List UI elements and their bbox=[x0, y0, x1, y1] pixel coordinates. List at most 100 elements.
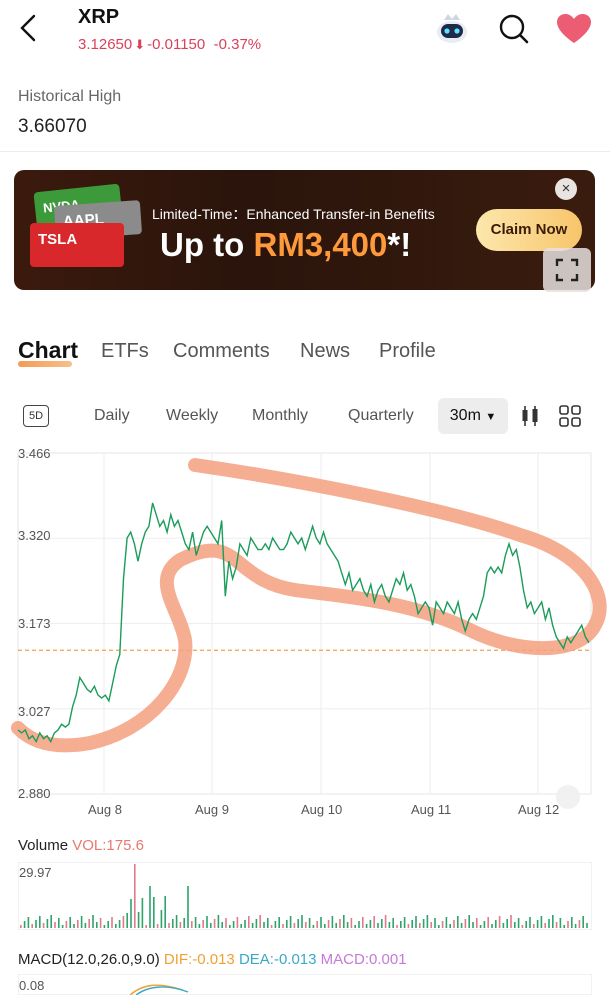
volume-bar bbox=[483, 921, 486, 928]
fullscreen-expand-icon[interactable] bbox=[543, 248, 591, 292]
volume-bar bbox=[244, 920, 246, 928]
volume-bar bbox=[369, 920, 372, 928]
period-weekly[interactable]: Weekly bbox=[166, 407, 218, 425]
search-icon[interactable] bbox=[497, 12, 531, 46]
annotation-scribble bbox=[11, 458, 607, 753]
volume-bar bbox=[548, 919, 550, 928]
robot-assistant-icon[interactable] bbox=[432, 10, 472, 46]
volume-bar bbox=[115, 924, 117, 928]
macd-label: MACD(12.0,26.0,9.0) bbox=[18, 951, 160, 968]
active-tab-indicator bbox=[18, 361, 72, 367]
volume-bar bbox=[525, 921, 527, 928]
price-quote: 3.12650 ⬇ -0.01150 -0.37% bbox=[78, 36, 261, 53]
volume-bar bbox=[137, 912, 140, 928]
volume-frame bbox=[18, 862, 592, 930]
volume-bar bbox=[540, 916, 543, 928]
back-arrow-icon[interactable] bbox=[14, 10, 44, 46]
volume-bar bbox=[324, 924, 326, 928]
volume-bar bbox=[134, 864, 136, 928]
volume-bar bbox=[31, 924, 33, 928]
candlestick-icon[interactable] bbox=[518, 404, 542, 428]
indicator-grid-icon[interactable] bbox=[558, 404, 582, 428]
offer-suffix: *! bbox=[387, 226, 412, 263]
volume-title: Volume VOL:175.6 bbox=[18, 837, 144, 854]
volume-bar bbox=[210, 923, 212, 928]
volume-bar bbox=[381, 919, 383, 928]
volume-bar bbox=[498, 916, 501, 928]
price-chart[interactable] bbox=[0, 440, 610, 820]
period-quarterly[interactable]: Quarterly bbox=[348, 407, 414, 425]
chart-fullscreen-icon bbox=[556, 785, 580, 809]
y-tick-label: 2.880 bbox=[18, 786, 51, 801]
volume-bar bbox=[73, 924, 75, 928]
volume-bar bbox=[122, 916, 125, 928]
volume-bar bbox=[388, 922, 391, 928]
volume-bar bbox=[563, 925, 565, 928]
volume-bar bbox=[384, 915, 387, 928]
volume-bar bbox=[350, 918, 353, 928]
period-30m-dropdown[interactable]: 30m ▼ bbox=[438, 398, 508, 434]
volume-bar bbox=[65, 921, 68, 928]
tab-profile[interactable]: Profile bbox=[379, 340, 436, 363]
volume-bar bbox=[574, 924, 577, 928]
volume-bar bbox=[555, 922, 558, 928]
volume-bar bbox=[529, 917, 531, 928]
tab-chart[interactable]: Chart bbox=[18, 337, 78, 364]
y-tick-label: 3.173 bbox=[18, 616, 51, 631]
price-change: -0.01150 bbox=[147, 36, 206, 53]
volume-bar bbox=[422, 919, 425, 928]
volume-bar bbox=[80, 916, 83, 928]
macd-chart[interactable] bbox=[18, 974, 592, 995]
volume-bar bbox=[468, 915, 470, 928]
volume-bar bbox=[175, 915, 178, 928]
volume-bar bbox=[396, 925, 398, 928]
volume-bar bbox=[301, 915, 303, 928]
x-tick-label: Aug 12 bbox=[518, 802, 560, 817]
volume-bar bbox=[449, 924, 451, 928]
volume-bar bbox=[145, 925, 147, 928]
volume-bar bbox=[278, 917, 280, 928]
volume-bar bbox=[521, 925, 524, 928]
volume-bar bbox=[107, 921, 109, 928]
tab-etfs[interactable]: ETFs bbox=[101, 340, 149, 363]
volume-bar bbox=[251, 923, 254, 928]
price-change-percent: -0.37% bbox=[213, 36, 262, 53]
volume-bar bbox=[160, 910, 163, 928]
volume-bar bbox=[510, 915, 512, 928]
period-daily[interactable]: Daily bbox=[94, 407, 130, 425]
volume-bar bbox=[544, 923, 546, 928]
volume-bar bbox=[552, 915, 554, 928]
volume-bar bbox=[69, 917, 71, 928]
volume-bar bbox=[472, 922, 474, 928]
volume-bar bbox=[578, 920, 581, 928]
volume-bar bbox=[339, 919, 341, 928]
volume-bar bbox=[559, 918, 562, 928]
caret-down-icon: ▼ bbox=[485, 411, 497, 423]
volume-bar bbox=[255, 919, 258, 928]
period-5d-button[interactable]: 5D bbox=[23, 405, 49, 427]
offer-prefix: Up to bbox=[160, 226, 254, 263]
tab-news[interactable]: News bbox=[300, 340, 350, 363]
tab-comments[interactable]: Comments bbox=[173, 340, 270, 363]
volume-bar bbox=[514, 922, 516, 928]
volume-bar bbox=[297, 919, 299, 928]
claim-now-button[interactable]: Claim Now bbox=[476, 209, 582, 251]
historical-high-label: Historical High bbox=[18, 88, 122, 105]
macd-dea: DEA:-0.013 bbox=[238, 951, 317, 968]
volume-label: Volume bbox=[18, 837, 69, 854]
ticker-symbol: XRP bbox=[78, 6, 120, 28]
volume-bar bbox=[327, 920, 330, 928]
volume-chart[interactable] bbox=[18, 862, 592, 930]
period-monthly[interactable]: Monthly bbox=[252, 407, 308, 425]
volume-bar bbox=[536, 920, 539, 928]
volume-bar bbox=[198, 924, 201, 928]
volume-bar bbox=[23, 921, 26, 928]
volume-bar bbox=[567, 921, 569, 928]
banner-close-icon[interactable]: × bbox=[555, 178, 577, 200]
volume-bar bbox=[312, 925, 315, 928]
volume-value: VOL:175.6 bbox=[72, 837, 144, 854]
volume-bar bbox=[61, 925, 64, 928]
divider bbox=[0, 151, 610, 152]
favorite-heart-icon[interactable] bbox=[555, 12, 593, 46]
volume-bar bbox=[141, 898, 144, 928]
